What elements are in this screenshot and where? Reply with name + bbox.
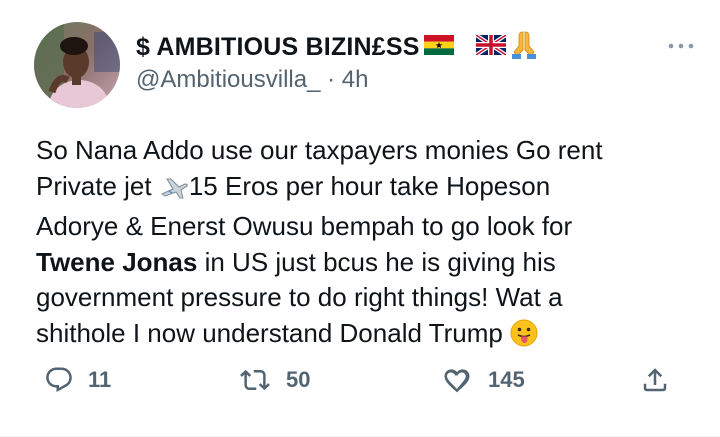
bold-name: Twene Jonas [36, 246, 198, 277]
share-icon [643, 368, 667, 392]
airplane-icon [159, 174, 189, 210]
tweet-text-line: Twene Jonas in US just bcus he is giving… [36, 245, 696, 281]
heart-icon [444, 369, 470, 393]
retweet-count: 50 [286, 367, 311, 392]
tweet-header: $ AMBITIOUS BIZIN£SS @Ambitiousvilla_ · … [136, 30, 660, 94]
tweet-text-line: Private jet 15 Eros per hour take Hopeso… [36, 169, 696, 210]
tweet-card[interactable]: $ AMBITIOUS BIZIN£SS @Ambitiousvilla_ · … [0, 0, 720, 437]
tweet-text-line: So Nana Addo use our taxpayers monies Go… [36, 135, 603, 165]
tweet-text-line: Adorye & Enerst Owusu bempah to go look … [36, 211, 573, 241]
uk-flag-icon [474, 32, 507, 60]
display-name[interactable]: $ AMBITIOUS BIZIN£SS [136, 33, 420, 62]
tongue-face-icon [510, 319, 538, 357]
separator: · [327, 66, 336, 93]
handle[interactable]: @Ambitiousvilla_ [136, 66, 320, 93]
avatar[interactable] [34, 22, 120, 108]
reply-button[interactable]: 11 [44, 360, 111, 400]
like-button[interactable]: 145 [440, 360, 525, 400]
tweet-text-segment: shithole I now understand Donald Trump [36, 317, 511, 348]
more-options-button[interactable] [666, 36, 696, 56]
tweet-actions: 11 50 145 [0, 360, 720, 400]
tweet-text-line: government pressure to do right things! … [36, 282, 563, 312]
handle-row: @Ambitiousvilla_ · 4h [136, 66, 660, 94]
name-row: $ AMBITIOUS BIZIN£SS [136, 30, 660, 64]
avatar-image [34, 22, 120, 108]
folded-hands-icon [510, 30, 538, 65]
ghana-flag-icon [423, 34, 454, 60]
like-count: 145 [488, 367, 525, 392]
retweet-icon [240, 369, 270, 391]
share-button[interactable] [640, 360, 670, 400]
tweet-text-line: shithole I now understand Donald Trump [36, 316, 696, 357]
retweet-button[interactable]: 50 [238, 360, 310, 400]
reply-count: 11 [88, 367, 112, 392]
timestamp[interactable]: 4h [342, 66, 369, 93]
reply-icon [46, 367, 72, 393]
tweet-text: So Nana Addo use our taxpayers monies Go… [36, 133, 696, 356]
tweet-text-segment: Private jet [36, 170, 159, 201]
tweet-text-segment: 15 Eros per hour take Hopeson [188, 170, 551, 201]
more-icon [668, 43, 694, 49]
tweet-text-segment: in US just bcus he is giving his [197, 246, 556, 277]
